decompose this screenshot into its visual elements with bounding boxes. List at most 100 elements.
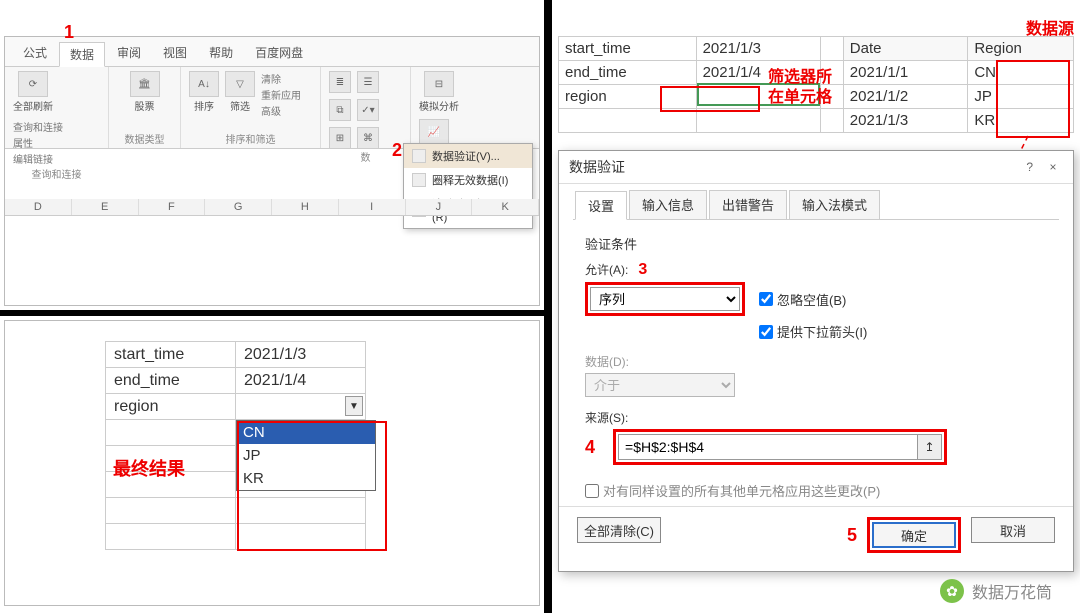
col-G[interactable]: G: [205, 199, 272, 215]
annot-filter-cell: 筛选器所 在单元格: [768, 68, 832, 108]
cell[interactable]: start_time: [559, 37, 697, 61]
data-validation-icon[interactable]: ✓▾: [357, 99, 379, 121]
cell[interactable]: [696, 109, 821, 133]
range-picker-button[interactable]: ↥: [918, 434, 942, 460]
text-to-columns-icon[interactable]: ≣: [329, 71, 351, 93]
cell[interactable]: end_time: [559, 61, 697, 85]
label-source: 来源(S):: [585, 409, 1047, 426]
whatif-button[interactable]: ⊟ 模拟分析: [419, 71, 459, 113]
checkbox-apply-all-label: 对有同样设置的所有其他单元格应用这些更改(P): [603, 481, 880, 500]
cell-key[interactable]: region: [106, 394, 236, 420]
region-dropdown-cell[interactable]: ▼ CN JP KR: [236, 394, 366, 420]
clear-filter[interactable]: 清除: [261, 71, 301, 86]
col-K[interactable]: K: [472, 199, 539, 215]
col-F[interactable]: F: [139, 199, 206, 215]
cell-empty[interactable]: [106, 524, 236, 550]
watermark-text: 数据万花筒: [972, 579, 1052, 603]
checkbox-apply-all[interactable]: 对有同样设置的所有其他单元格应用这些更改(P): [585, 481, 1047, 500]
checkbox-dropdown-input[interactable]: [759, 325, 773, 339]
cell[interactable]: [821, 109, 844, 133]
cell[interactable]: [559, 109, 697, 133]
cell-key[interactable]: end_time: [106, 368, 236, 394]
consolidate-icon[interactable]: ⊞: [329, 127, 351, 149]
sort-button[interactable]: A↓ 排序: [189, 71, 219, 118]
cell-val[interactable]: 2021/1/4: [236, 368, 366, 394]
filter-button[interactable]: ▽ 筛选: [225, 71, 255, 118]
menu-data-validation[interactable]: 数据验证(V)...: [404, 144, 532, 168]
tab-view[interactable]: 视图: [153, 41, 197, 66]
tab-baidu[interactable]: 百度网盘: [245, 41, 313, 66]
checkbox-ignore-blank[interactable]: 忽略空值(B): [759, 290, 846, 309]
dropdown-option[interactable]: KR: [237, 467, 375, 490]
group-label-datatypes: 数据类型: [117, 131, 172, 146]
col-D[interactable]: D: [5, 199, 72, 215]
col-I[interactable]: I: [339, 199, 406, 215]
dialog-tab-inputmsg[interactable]: 输入信息: [629, 190, 707, 219]
dialog-tab-settings[interactable]: 设置: [575, 191, 627, 220]
step-marker-2: 2: [392, 140, 402, 161]
cancel-button[interactable]: 取消: [971, 517, 1055, 543]
ok-button-highlight: 确定: [867, 517, 961, 553]
tab-data[interactable]: 数据: [59, 42, 105, 67]
allow-combo[interactable]: 序列: [590, 287, 740, 311]
cell[interactable]: 2021/1/3: [843, 109, 968, 133]
relationships-icon[interactable]: ⌘: [357, 127, 379, 149]
dropdown-option[interactable]: JP: [237, 444, 375, 467]
cell-empty[interactable]: [106, 498, 236, 524]
reapply-filter[interactable]: 重新应用: [261, 87, 301, 102]
queries-connections[interactable]: 查询和连接: [13, 119, 63, 134]
dialog-close-button[interactable]: ×: [1043, 160, 1063, 174]
ok-button[interactable]: 确定: [872, 522, 956, 548]
cell-empty[interactable]: [236, 498, 366, 524]
dialog-title: 数据验证: [569, 157, 625, 177]
column-headers: D E F G H I J K: [5, 199, 539, 216]
col-J[interactable]: J: [406, 199, 473, 215]
cell-key[interactable]: start_time: [106, 342, 236, 368]
dialog-body: 验证条件 允许(A): 3 序列 忽略空值(B) 提供下拉箭头(I) 数据(D: [573, 219, 1059, 508]
whatif-icon: ⊟: [424, 71, 454, 97]
source-sheet-panel: start_time 2021/1/3 Date Region end_time…: [558, 36, 1074, 146]
checkbox-dropdown[interactable]: 提供下拉箭头(I): [759, 322, 867, 341]
label-allow-text: 允许(A):: [585, 263, 628, 277]
dialog-tab-erroralert[interactable]: 出错警告: [709, 190, 787, 219]
cell[interactable]: 2021/1/1: [843, 61, 968, 85]
result-sheet: start_time 2021/1/3 end_time 2021/1/4 re…: [105, 341, 366, 550]
cell[interactable]: 2021/1/2: [843, 85, 968, 109]
refresh-all-button[interactable]: ⟳ 全部刷新: [13, 71, 53, 113]
col-E[interactable]: E: [72, 199, 139, 215]
cell-header[interactable]: Region: [968, 37, 1074, 61]
flash-fill-icon[interactable]: ☰: [357, 71, 379, 93]
clear-all-button[interactable]: 全部清除(C): [577, 517, 661, 543]
dropdown-option[interactable]: CN: [237, 421, 375, 444]
cell-header[interactable]: Date: [843, 37, 968, 61]
dialog-help-button[interactable]: ?: [1020, 160, 1040, 174]
advanced-filter[interactable]: 高级: [261, 103, 301, 118]
cell-empty[interactable]: [236, 524, 366, 550]
whatif-label: 模拟分析: [419, 98, 459, 113]
checkbox-ignore-blank-input[interactable]: [759, 292, 773, 306]
refresh-icon: ⟳: [18, 71, 48, 97]
tab-review[interactable]: 审阅: [107, 41, 151, 66]
result-panel: start_time 2021/1/3 end_time 2021/1/4 re…: [4, 320, 540, 606]
horizontal-separator: [0, 310, 544, 316]
remove-dup-icon[interactable]: ⧉: [329, 99, 351, 121]
filter-icon: ▽: [225, 71, 255, 97]
ribbon-tabs: 公式 数据 审阅 视图 帮助 百度网盘: [5, 37, 539, 67]
checkbox-apply-all-input[interactable]: [585, 484, 599, 498]
dropdown-button[interactable]: ▼: [345, 396, 363, 416]
cell[interactable]: 2021/1/3: [696, 37, 821, 61]
edit-links[interactable]: 编辑链接: [13, 151, 63, 166]
dialog-tab-ime[interactable]: 输入法模式: [789, 190, 880, 219]
stocks-button[interactable]: 🏛 股票: [117, 71, 172, 113]
cell[interactable]: [821, 37, 844, 61]
cell-val[interactable]: 2021/1/3: [236, 342, 366, 368]
menu-circle-invalid[interactable]: 圈释无效数据(I): [404, 168, 532, 192]
allow-combo-highlight: 序列: [585, 282, 745, 316]
cell-empty[interactable]: [106, 420, 236, 446]
source-input[interactable]: [618, 434, 918, 460]
tab-formulas[interactable]: 公式: [13, 41, 57, 66]
properties[interactable]: 属性: [13, 135, 63, 150]
ribbon-body: ⟳ 全部刷新 查询和连接 属性 编辑链接 查询和连接 🏛 股票 数据类型: [5, 67, 539, 149]
tab-help[interactable]: 帮助: [199, 41, 243, 66]
col-H[interactable]: H: [272, 199, 339, 215]
